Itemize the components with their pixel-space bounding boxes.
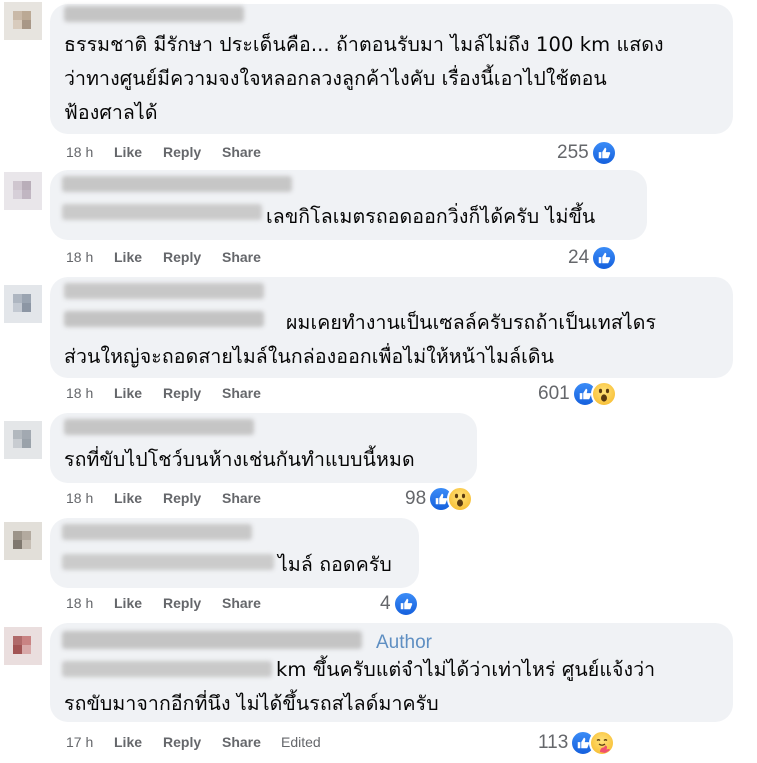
- avatar[interactable]: [4, 421, 42, 459]
- reaction-summary[interactable]: 255: [557, 140, 617, 166]
- like-button[interactable]: Like: [114, 144, 142, 160]
- reply-button[interactable]: Reply: [163, 595, 201, 611]
- avatar[interactable]: [4, 172, 42, 210]
- avatar[interactable]: [4, 2, 42, 40]
- author-name-blurred[interactable]: [62, 631, 362, 649]
- wow-icon: [447, 486, 474, 512]
- author-name-blurred: [62, 554, 274, 570]
- comment-text-line: ผมเคยทำงานเป็นเซลล์ครับรถถ้าเป็นเทสไดร: [286, 311, 657, 334]
- comment-timestamp[interactable]: 18 h: [66, 249, 93, 265]
- comment-text-line: รถขับมาจากอีกที่นึง ไม่ได้ขึ้นรถสไลด์มาค…: [64, 692, 439, 715]
- author-badge: Author: [376, 632, 432, 653]
- comment-bubble: ธรรมชาติ มีรักษา ประเด็นคือ... ถ้าตอนรับ…: [50, 4, 733, 134]
- comment-timestamp[interactable]: 18 h: [66, 385, 93, 401]
- comment-timestamp[interactable]: 18 h: [66, 595, 93, 611]
- reaction-summary[interactable]: 113: [538, 730, 616, 756]
- like-button[interactable]: Like: [114, 385, 142, 401]
- reply-button[interactable]: Reply: [163, 490, 201, 506]
- comment-timestamp[interactable]: 18 h: [66, 144, 93, 160]
- reply-button[interactable]: Reply: [163, 385, 201, 401]
- reaction-summary[interactable]: 24: [568, 245, 618, 271]
- comment-text: ไมล์ ถอดครับ: [278, 548, 392, 582]
- comment-text: รถที่ขับไปโชว์บนห้างเช่นกันทำแบบนี้หมด: [64, 443, 415, 477]
- avatar[interactable]: [4, 522, 42, 560]
- like-icon: [591, 245, 618, 271]
- comment-text-line: ว่าทางศูนย์มีความจงใจหลอกลวงลูกค้าไงคับ …: [64, 67, 607, 90]
- like-button[interactable]: Like: [114, 249, 142, 265]
- comment-text-line: km ขึ้นครับแต่จำไม่ได้ว่าเท่าไหร่ ศูนย์แ…: [276, 658, 656, 681]
- comment-text: เลขกิโลเมตรถอดออกวิ่งก็ได้ครับ ไม่ขึ้น: [266, 200, 595, 234]
- comment-text-line: ธรรมชาติ มีรักษา ประเด็นคือ... ถ้าตอนรับ…: [64, 33, 664, 56]
- author-name-blurred[interactable]: [62, 176, 292, 192]
- reaction-summary[interactable]: 601: [538, 381, 617, 407]
- comment-text: ธรรมชาติ มีรักษา ประเด็นคือ... ถ้าตอนรับ…: [64, 28, 729, 130]
- care-icon: [589, 730, 616, 756]
- author-name-blurred[interactable]: [64, 6, 244, 22]
- author-name-blurred[interactable]: [64, 283, 264, 299]
- comment-bubble: ผมเคยทำงานเป็นเซลล์ครับรถถ้าเป็นเทสไดร ส…: [50, 277, 733, 378]
- share-button[interactable]: Share: [222, 385, 261, 401]
- reaction-summary[interactable]: 98: [405, 486, 474, 512]
- share-button[interactable]: Share: [222, 595, 261, 611]
- reaction-count: 601: [538, 383, 570, 404]
- like-icon: [590, 140, 617, 166]
- like-button[interactable]: Like: [114, 595, 142, 611]
- comment-text-line: ฟ้องศาลได้: [64, 101, 158, 124]
- comment-bubble: รถที่ขับไปโชว์บนห้างเช่นกันทำแบบนี้หมด: [50, 413, 477, 483]
- reaction-count: 113: [538, 732, 569, 753]
- comment-bubble: ไมล์ ถอดครับ: [50, 518, 419, 588]
- comment-bubble: Author km ขึ้นครับแต่จำไม่ได้ว่าเท่าไหร่…: [50, 623, 733, 722]
- avatar[interactable]: [4, 285, 42, 323]
- reaction-count: 24: [568, 247, 590, 268]
- comment-text-line: เลขกิโลเมตรถอดออกวิ่งก็ได้ครับ ไม่ขึ้น: [266, 205, 596, 228]
- comment-text-line: รถที่ขับไปโชว์บนห้างเช่นกันทำแบบนี้หมด: [64, 448, 415, 471]
- share-button[interactable]: Share: [222, 734, 261, 750]
- reply-button[interactable]: Reply: [163, 734, 201, 750]
- author-name-blurred: [62, 204, 262, 220]
- reaction-summary[interactable]: 4: [380, 591, 419, 617]
- author-name-blurred[interactable]: [62, 524, 252, 540]
- reaction-count: 4: [380, 593, 391, 614]
- author-name-blurred[interactable]: [64, 419, 254, 435]
- edited-label: Edited: [281, 734, 321, 750]
- share-button[interactable]: Share: [222, 490, 261, 506]
- comment-text-line: ไมล์ ถอดครับ: [278, 553, 392, 576]
- comment-timestamp[interactable]: 18 h: [66, 490, 93, 506]
- comment-text: km ขึ้นครับแต่จำไม่ได้ว่าเท่าไหร่ ศูนย์แ…: [64, 653, 729, 721]
- comment-text-line: ส่วนใหญ่จะถอดสายไมล์ในกล่องออกเพื่อไม่ให…: [64, 345, 555, 368]
- reaction-count: 98: [405, 488, 427, 509]
- reply-button[interactable]: Reply: [163, 249, 201, 265]
- share-button[interactable]: Share: [222, 144, 261, 160]
- comment-timestamp[interactable]: 17 h: [66, 734, 93, 750]
- wow-icon: [590, 381, 617, 407]
- reaction-count: 255: [557, 142, 589, 163]
- like-button[interactable]: Like: [114, 490, 142, 506]
- comment-text: ผมเคยทำงานเป็นเซลล์ครับรถถ้าเป็นเทสไดร ส…: [64, 306, 729, 374]
- comment-bubble: เลขกิโลเมตรถอดออกวิ่งก็ได้ครับ ไม่ขึ้น: [50, 170, 647, 240]
- like-icon: [392, 591, 419, 617]
- like-button[interactable]: Like: [114, 734, 142, 750]
- share-button[interactable]: Share: [222, 249, 261, 265]
- reply-button[interactable]: Reply: [163, 144, 201, 160]
- avatar[interactable]: [4, 627, 42, 665]
